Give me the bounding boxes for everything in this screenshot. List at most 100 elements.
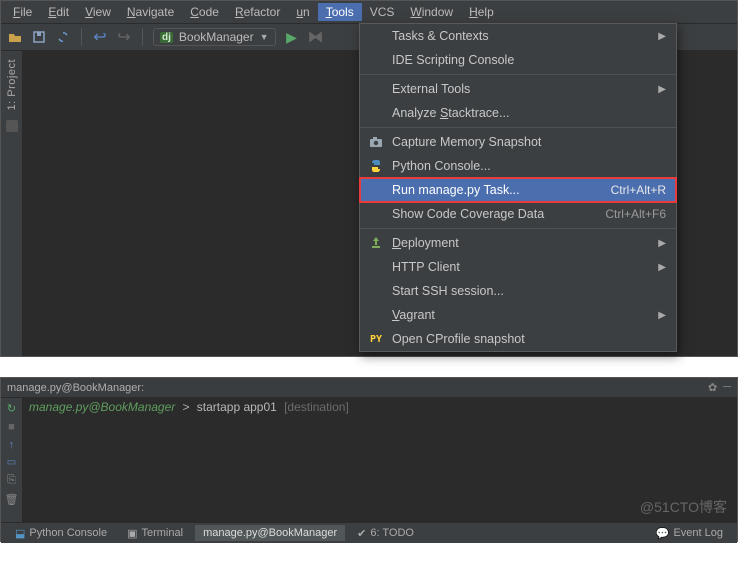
panel-gutter: ↻ ■ ↑ ▭ ⎘ 🗑 xyxy=(1,398,23,522)
blank-icon xyxy=(368,283,384,299)
blank-icon xyxy=(368,259,384,275)
stop-icon[interactable]: ■ xyxy=(8,421,15,433)
menu-tools[interactable]: Tools xyxy=(318,3,362,21)
py-icon: PY xyxy=(368,331,384,347)
status-tab-manage-py-bookmanager[interactable]: manage.py@BookManager xyxy=(195,525,345,541)
menu-help[interactable]: Help xyxy=(461,3,502,21)
blank-icon xyxy=(368,28,384,44)
menu-separator xyxy=(360,228,676,229)
camera-icon xyxy=(368,134,384,150)
menu-item-vagrant[interactable]: Vagrant ▶ xyxy=(360,303,676,327)
tools-menu-dropdown: Tasks & Contexts ▶ IDE Scripting Console Ex… xyxy=(359,23,677,352)
layout-icon[interactable]: ▭ xyxy=(7,457,16,468)
blank-icon xyxy=(368,81,384,97)
rerun-icon[interactable]: ↻ xyxy=(7,402,16,415)
blank-icon xyxy=(368,307,384,323)
menu-refactor[interactable]: Refactor xyxy=(227,3,288,21)
chevron-right-icon: ▶ xyxy=(658,84,666,95)
sync-icon[interactable] xyxy=(55,29,71,45)
menu-item-start-ssh-session[interactable]: Start SSH session... xyxy=(360,279,676,303)
status-bar: ⬓Python Console▣Terminalmanage.py@BookMa… xyxy=(1,522,737,543)
terminal-prompt: manage.py@BookManager xyxy=(29,400,175,414)
deploy-icon xyxy=(368,235,384,251)
debug-icon[interactable]: ⧓ xyxy=(308,29,324,45)
chevron-right-icon: ▶ xyxy=(658,262,666,273)
chevron-right-icon: ▶ xyxy=(658,31,666,42)
menu-shortcut: Ctrl+Alt+F6 xyxy=(605,207,666,221)
toolbar-divider xyxy=(142,28,143,46)
menu-item-label: Analyze Stacktrace... xyxy=(392,106,666,120)
ide-main-window: FileEditViewNavigateCodeRefactorunToolsV… xyxy=(0,0,738,357)
toolbar-divider xyxy=(81,28,82,46)
todo-icon: ✔ xyxy=(357,527,366,540)
run-config-selector[interactable]: dj BookManager ▼ xyxy=(153,28,276,46)
project-tool-tab[interactable]: 1: Project xyxy=(6,55,18,114)
chevron-right-icon: ▶ xyxy=(658,238,666,249)
status-tab-6-todo[interactable]: ✔6: TODO xyxy=(349,525,422,542)
menu-shortcut: Ctrl+Alt+R xyxy=(611,183,666,197)
status-tab-terminal[interactable]: ▣Terminal xyxy=(119,525,191,542)
menu-item-label: IDE Scripting Console xyxy=(392,53,666,67)
menu-file[interactable]: File xyxy=(5,3,40,21)
panel-header: manage.py@BookManager: ✿ ─ xyxy=(1,378,737,398)
status-tab-python-console[interactable]: ⬓Python Console xyxy=(7,525,115,542)
menu-run[interactable]: un xyxy=(288,3,317,21)
menu-navigate[interactable]: Navigate xyxy=(119,3,182,21)
redo-icon[interactable]: ↪ xyxy=(116,29,132,45)
menu-item-capture-memory-snapshot[interactable]: Capture Memory Snapshot xyxy=(360,130,676,154)
menu-view[interactable]: View xyxy=(77,3,119,21)
terminal-output[interactable]: manage.py@BookManager > startapp app01 [… xyxy=(23,398,737,522)
undo-icon[interactable]: ↩ xyxy=(92,29,108,45)
menu-separator xyxy=(360,74,676,75)
python-icon: ⬓ xyxy=(15,527,25,540)
blank-icon xyxy=(368,52,384,68)
menu-item-open-cprofile-snapshot[interactable]: PY Open CProfile snapshot xyxy=(360,327,676,351)
terminal-icon: ▣ xyxy=(127,527,137,540)
menu-item-label: Tasks & Contexts xyxy=(392,29,650,43)
terminal-hint: [destination] xyxy=(284,400,349,414)
export-icon[interactable]: ⎘ xyxy=(7,474,16,487)
menu-item-http-client[interactable]: HTTP Client▶ xyxy=(360,255,676,279)
menu-edit[interactable]: Edit xyxy=(40,3,77,21)
blank-icon xyxy=(368,105,384,121)
panel-title: manage.py@BookManager: xyxy=(7,382,144,394)
chevron-down-icon: ▼ xyxy=(260,32,269,42)
save-all-icon[interactable] xyxy=(31,29,47,45)
blank-icon xyxy=(368,182,384,198)
menu-window[interactable]: Window xyxy=(402,3,461,21)
minimize-icon[interactable]: ─ xyxy=(723,381,731,394)
menu-item-external-tools[interactable]: External Tools ▶ xyxy=(360,77,676,101)
terminal-command: startapp app01 xyxy=(197,400,277,414)
menu-item-label: Show Code Coverage Data xyxy=(392,207,597,221)
settings-icon[interactable]: ✿ xyxy=(708,381,717,394)
menu-item-label: Start SSH session... xyxy=(392,284,666,298)
structure-tool-tab[interactable] xyxy=(6,120,18,132)
menu-separator xyxy=(360,127,676,128)
open-icon[interactable] xyxy=(7,29,23,45)
menu-item-label: Run manage.py Task... xyxy=(392,183,603,197)
menu-item-show-code-coverage-data[interactable]: Show Code Coverage Data Ctrl+Alt+F6 xyxy=(360,202,676,226)
menu-item-label: Deployment xyxy=(392,236,650,250)
menu-code[interactable]: Code xyxy=(182,3,227,21)
run-config-label: BookManager xyxy=(179,30,254,44)
menu-item-label: Vagrant xyxy=(392,308,650,322)
menu-item-python-console[interactable]: Python Console... xyxy=(360,154,676,178)
menu-item-analyze-stacktrace[interactable]: Analyze Stacktrace... xyxy=(360,101,676,125)
up-icon[interactable]: ↑ xyxy=(9,439,15,451)
menu-item-label: External Tools xyxy=(392,82,650,96)
menu-item-ide-scripting-console[interactable]: IDE Scripting Console xyxy=(360,48,676,72)
managepy-panel-window: manage.py@BookManager: ✿ ─ ↻ ■ ↑ ▭ ⎘ 🗑 m… xyxy=(0,377,738,542)
event-log-button[interactable]: 💬 Event Log xyxy=(648,525,731,542)
menu-bar: FileEditViewNavigateCodeRefactorunToolsV… xyxy=(1,1,737,23)
chevron-right-icon: ▶ xyxy=(658,310,666,321)
trash-icon[interactable]: 🗑 xyxy=(5,493,19,506)
python-icon xyxy=(368,158,384,174)
left-gutter: 1: Project xyxy=(1,51,23,356)
menu-item-deployment[interactable]: Deployment ▶ xyxy=(360,231,676,255)
menu-item-tasks-contexts[interactable]: Tasks & Contexts ▶ xyxy=(360,24,676,48)
run-icon[interactable]: ▶ xyxy=(284,29,300,45)
menu-vcs[interactable]: VCS xyxy=(362,3,403,21)
menu-item-label: Open CProfile snapshot xyxy=(392,332,666,346)
menu-item-run-manage-py-task[interactable]: Run manage.py Task... Ctrl+Alt+R xyxy=(360,178,676,202)
blank-icon xyxy=(368,206,384,222)
